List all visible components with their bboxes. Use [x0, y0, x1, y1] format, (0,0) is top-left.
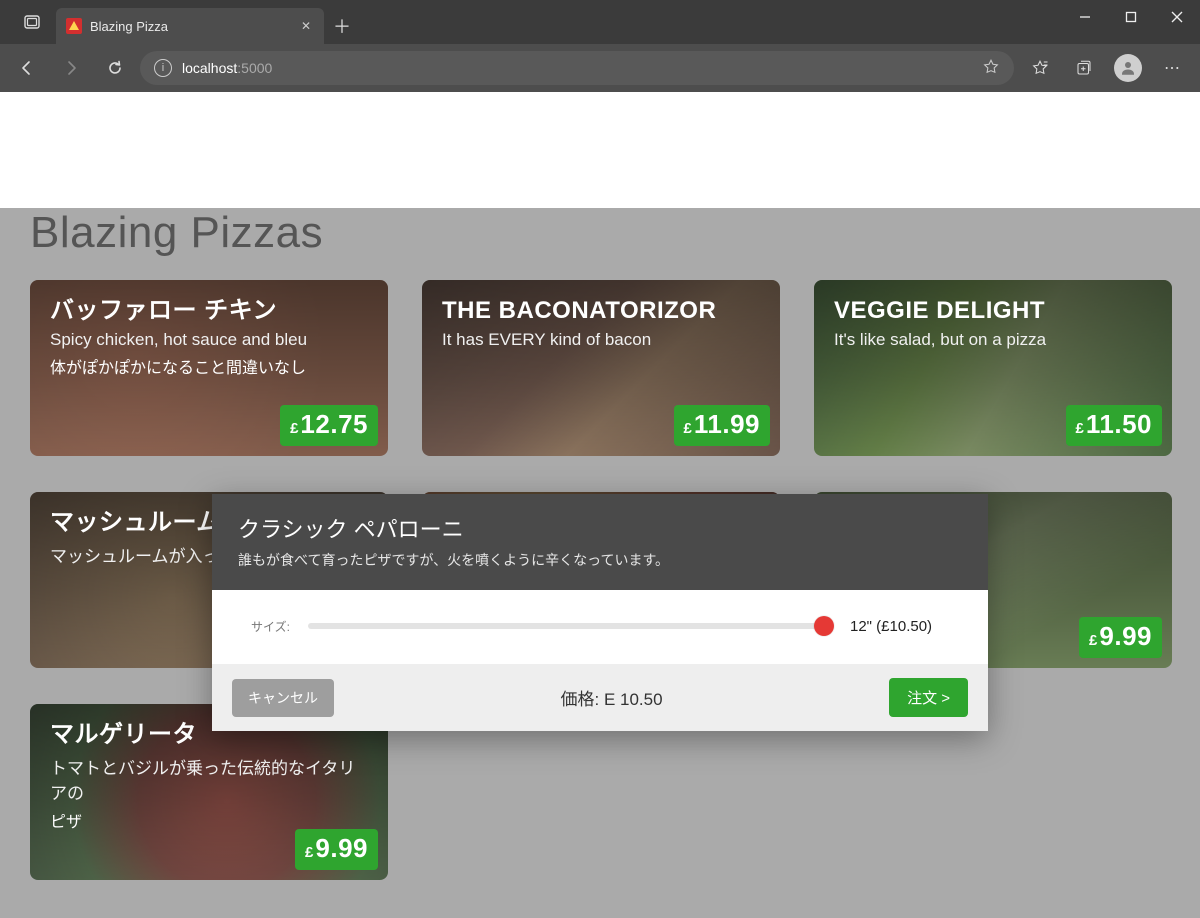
pizza-card[interactable]: THE BACONATORIZOR It has EVERY kind of b… — [422, 280, 780, 456]
tab-actions-icon[interactable] — [8, 0, 56, 44]
address-port: :5000 — [237, 60, 272, 76]
pizza-desc: It's like salad, but on a pizza — [834, 330, 1152, 350]
pizza-desc: It has EVERY kind of bacon — [442, 330, 760, 350]
address-bar[interactable]: i localhost:5000 — [140, 51, 1014, 85]
pizza-desc: Spicy chicken, hot sauce and bleu — [50, 330, 368, 350]
pizza-title: VEGGIE DELIGHT — [834, 298, 1152, 324]
dialog-header: クラシック ペパローニ 誰もが食べて育ったピザですが、火を噴くように辛くなってい… — [212, 494, 988, 590]
minimize-button[interactable] — [1062, 0, 1108, 34]
pizza-price: £12.75 — [280, 405, 378, 446]
browser-tab[interactable]: Blazing Pizza ✕ — [56, 8, 324, 44]
pizza-desc: トマトとバジルが乗った伝統的なイタリアの — [50, 754, 368, 804]
back-button[interactable] — [8, 49, 46, 87]
cancel-button[interactable]: キャンセル — [232, 679, 334, 717]
forward-button[interactable] — [52, 49, 90, 87]
viewport: Blazing Pizzas バッファロー チキン Spicy chicken,… — [0, 208, 1200, 918]
site-info-icon[interactable]: i — [154, 59, 172, 77]
pizza-title: THE BACONATORIZOR — [442, 298, 760, 324]
refresh-button[interactable] — [96, 49, 134, 87]
favorites-list-icon[interactable] — [1020, 49, 1060, 87]
dialog-subtitle: 誰もが食べて育ったピザですが、火を噴くように辛くなっています。 — [238, 550, 962, 570]
dialog-body: サイズ: 12" (£10.50) — [212, 590, 988, 664]
pizza-price: £9.99 — [295, 829, 378, 870]
new-tab-button[interactable]: ＋ — [324, 8, 360, 44]
more-menu-icon[interactable]: ⋯ — [1152, 49, 1192, 87]
window-controls — [1062, 0, 1200, 44]
avatar-icon — [1114, 54, 1142, 82]
tab-title: Blazing Pizza — [90, 19, 290, 34]
pizza-price: £9.99 — [1079, 617, 1162, 658]
order-button[interactable]: 注文 > — [889, 678, 968, 717]
favicon-icon — [66, 18, 82, 34]
tab-close-icon[interactable]: ✕ — [298, 18, 314, 34]
pizza-desc2: 体がぽかぽかになること間違いなし — [50, 354, 368, 378]
dialog-title: クラシック ペパローニ — [238, 512, 962, 544]
toolbar-right: ⋯ — [1020, 49, 1192, 87]
browser-chrome: Blazing Pizza ✕ ＋ i loc — [0, 0, 1200, 92]
pizza-card[interactable]: バッファロー チキン Spicy chicken, hot sauce and … — [30, 280, 388, 456]
tab-strip: Blazing Pizza ✕ ＋ — [0, 0, 1200, 44]
configure-pizza-dialog: クラシック ペパローニ 誰もが食べて育ったピザですが、火を噴くように辛くなってい… — [212, 494, 988, 731]
pizza-price: £11.99 — [674, 405, 770, 446]
pizza-price: £11.50 — [1066, 405, 1162, 446]
favorite-icon[interactable] — [982, 58, 1000, 79]
slider-thumb-icon[interactable] — [814, 616, 834, 636]
dialog-footer: キャンセル 価格: E 10.50 注文 > — [212, 664, 988, 731]
size-label: サイズ: — [240, 618, 290, 635]
size-slider[interactable] — [308, 616, 832, 636]
collections-icon[interactable] — [1064, 49, 1104, 87]
close-window-button[interactable] — [1154, 0, 1200, 34]
profile-button[interactable] — [1108, 49, 1148, 87]
dialog-price: 価格: E 10.50 — [334, 685, 889, 710]
pizza-card[interactable]: VEGGIE DELIGHT It's like salad, but on a… — [814, 280, 1172, 456]
size-value: 12" (£10.50) — [850, 618, 960, 635]
pizza-title: バッファロー チキン — [50, 298, 368, 324]
slider-track — [308, 623, 832, 629]
nav-row: i localhost:5000 ⋯ — [0, 44, 1200, 92]
maximize-button[interactable] — [1108, 0, 1154, 34]
address-host: localhost — [182, 60, 237, 76]
